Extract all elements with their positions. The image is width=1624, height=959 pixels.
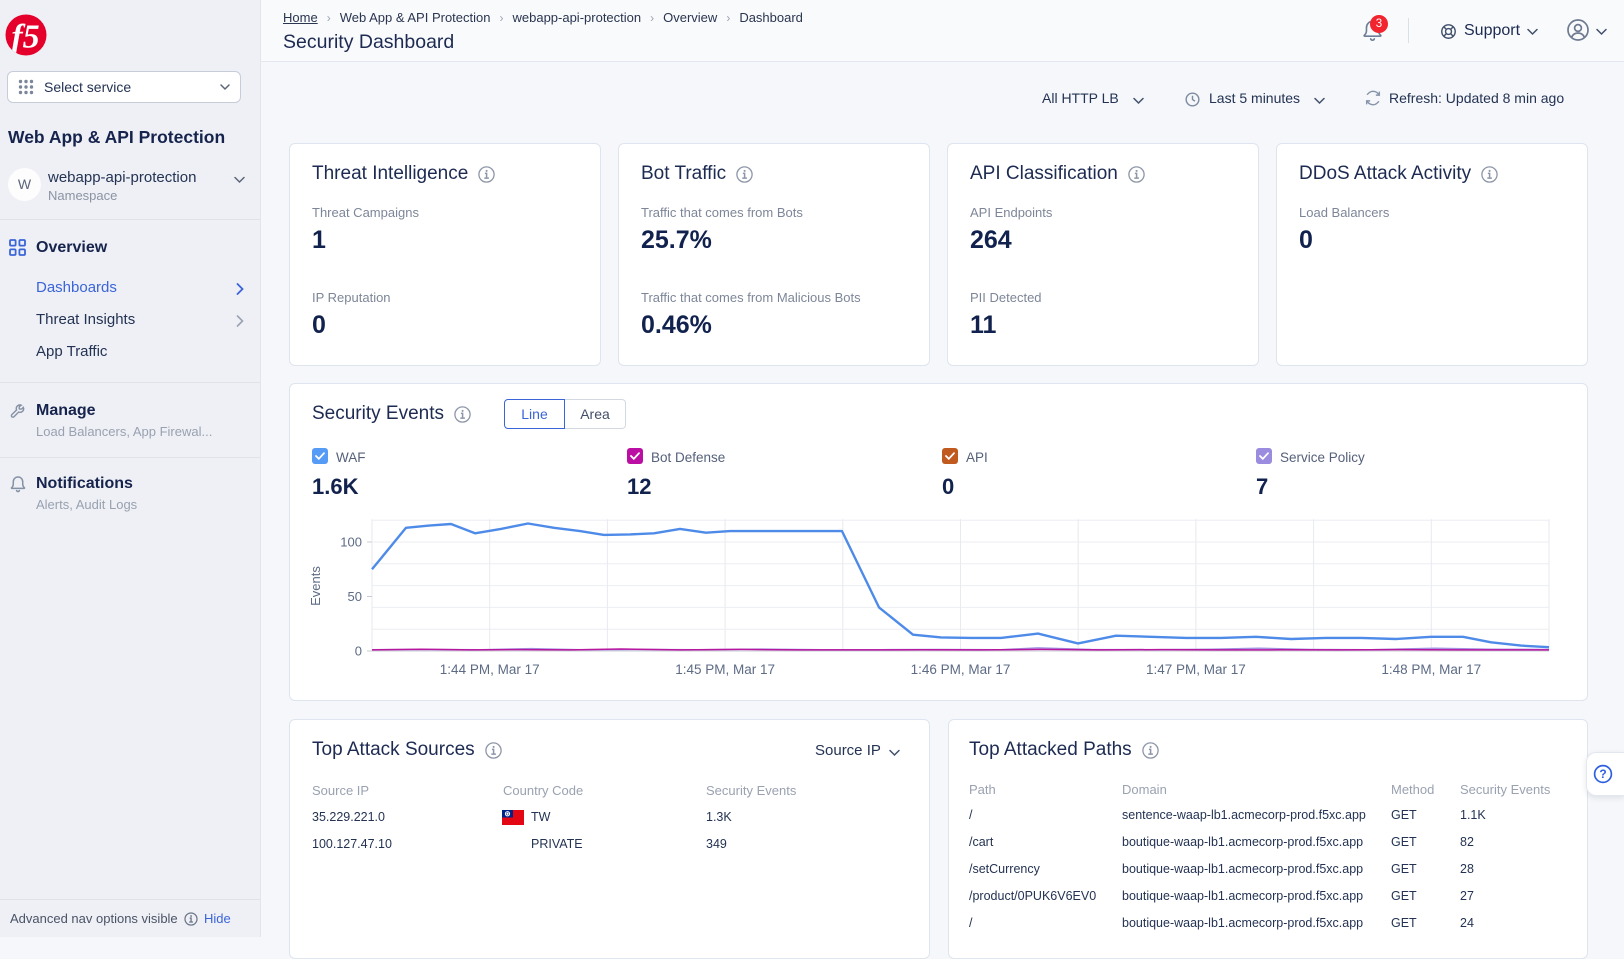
svg-text:?: ?	[1599, 767, 1606, 781]
svg-text:f5: f5	[11, 19, 39, 56]
svg-text:1:45 PM, Mar 17: 1:45 PM, Mar 17	[675, 662, 775, 677]
svg-text:100: 100	[340, 535, 362, 550]
svg-text:1:46 PM, Mar 17: 1:46 PM, Mar 17	[911, 662, 1011, 677]
svg-text:1:47 PM, Mar 17: 1:47 PM, Mar 17	[1146, 662, 1246, 677]
svg-text:0: 0	[355, 644, 362, 659]
svg-text:1:48 PM, Mar 17: 1:48 PM, Mar 17	[1381, 662, 1481, 677]
svg-text:Events: Events	[308, 566, 323, 606]
svg-text:50: 50	[348, 589, 362, 604]
svg-text:1:44 PM, Mar 17: 1:44 PM, Mar 17	[440, 662, 540, 677]
